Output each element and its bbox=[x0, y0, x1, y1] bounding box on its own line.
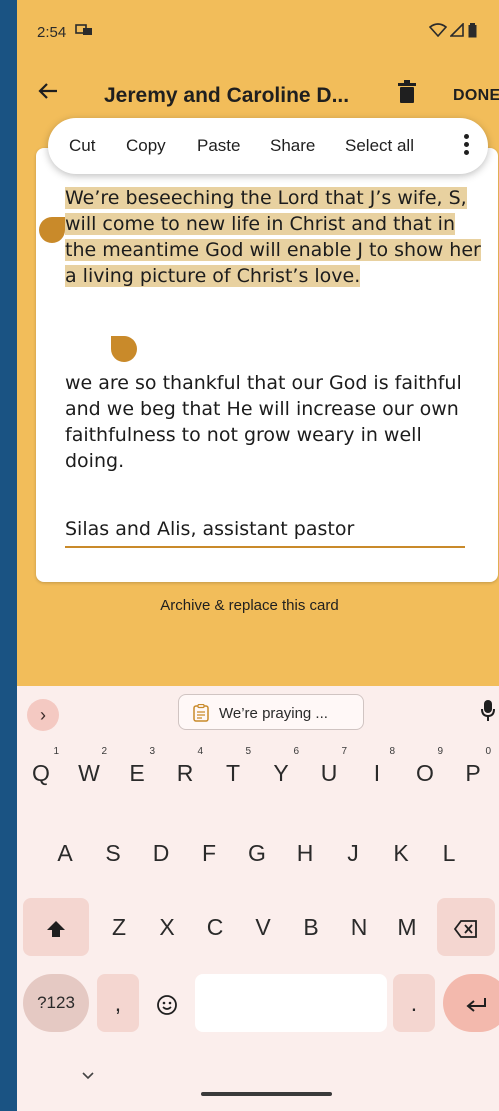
symbols-key[interactable]: ?123 bbox=[23, 974, 89, 1032]
key-v[interactable]: V bbox=[239, 898, 287, 956]
key-p[interactable]: P0 bbox=[449, 744, 497, 802]
backspace-key[interactable] bbox=[437, 898, 495, 956]
cut-menu-item[interactable]: Cut bbox=[69, 136, 95, 156]
space-bar[interactable] bbox=[195, 974, 387, 1032]
app-bar: Jeremy and Caroline D... DONE bbox=[17, 78, 499, 118]
key-o[interactable]: O9 bbox=[401, 744, 449, 802]
clipboard-suggestion-chip[interactable]: We’re praying ... bbox=[178, 694, 364, 730]
microphone-icon[interactable] bbox=[481, 700, 495, 727]
page-title: Jeremy and Caroline D... bbox=[104, 84, 350, 107]
key-a[interactable]: A bbox=[41, 824, 89, 882]
enter-arrow-icon bbox=[465, 990, 487, 1016]
paste-menu-item[interactable]: Paste bbox=[197, 136, 240, 156]
done-button[interactable]: DONE bbox=[453, 87, 499, 105]
key-l[interactable]: L bbox=[425, 824, 473, 882]
comma-key[interactable]: , bbox=[97, 974, 139, 1032]
copy-menu-item[interactable]: Copy bbox=[126, 136, 166, 156]
period-key[interactable]: . bbox=[393, 974, 435, 1032]
key-m[interactable]: M bbox=[383, 898, 431, 956]
signal-icon bbox=[449, 22, 464, 42]
key-h[interactable]: H bbox=[281, 824, 329, 882]
status-bar: 2:54 bbox=[17, 0, 499, 60]
key-w[interactable]: W2 bbox=[65, 744, 113, 802]
navigation-bar bbox=[17, 1058, 499, 1111]
key-e[interactable]: E3 bbox=[113, 744, 161, 802]
hide-keyboard-chevron-icon[interactable] bbox=[81, 1068, 95, 1084]
battery-icon bbox=[468, 23, 477, 43]
key-u[interactable]: U7 bbox=[305, 744, 353, 802]
key-j[interactable]: J bbox=[329, 824, 377, 882]
note-signature-field[interactable]: Silas and Alis, assistant pastor bbox=[65, 518, 465, 548]
key-x[interactable]: X bbox=[143, 898, 191, 956]
expand-toolbar-icon[interactable]: › bbox=[27, 699, 59, 731]
selection-handle-start[interactable] bbox=[39, 217, 65, 243]
key-b[interactable]: B bbox=[287, 898, 335, 956]
delete-trash-icon[interactable] bbox=[398, 80, 416, 109]
key-z[interactable]: Z bbox=[95, 898, 143, 956]
backspace-icon bbox=[453, 914, 478, 940]
selection-highlight: We’re beseeching the Lord that J’s wife,… bbox=[65, 187, 481, 287]
suggestion-text: We’re praying ... bbox=[219, 705, 328, 722]
back-arrow-icon[interactable] bbox=[37, 80, 59, 109]
shift-arrow-icon bbox=[46, 914, 66, 940]
key-y[interactable]: Y6 bbox=[257, 744, 305, 802]
key-g[interactable]: G bbox=[233, 824, 281, 882]
selected-text[interactable]: We’re beseeching the Lord that J’s wife,… bbox=[65, 185, 485, 289]
enter-key[interactable] bbox=[443, 974, 499, 1032]
key-k[interactable]: K bbox=[377, 824, 425, 882]
archive-replace-button[interactable]: Archive & replace this card bbox=[17, 597, 499, 614]
key-r[interactable]: R4 bbox=[161, 744, 209, 802]
selection-handle-end[interactable] bbox=[111, 336, 137, 362]
shift-key[interactable] bbox=[23, 898, 89, 956]
more-options-icon[interactable] bbox=[456, 132, 476, 158]
select-all-menu-item[interactable]: Select all bbox=[345, 136, 414, 156]
keyboard: › We’re praying ... Q1 W2 E3 R4 T5 Y6 U7… bbox=[17, 686, 499, 1111]
clipboard-icon bbox=[193, 703, 209, 727]
key-n[interactable]: N bbox=[335, 898, 383, 956]
key-q[interactable]: Q1 bbox=[17, 744, 65, 802]
key-i[interactable]: I8 bbox=[353, 744, 401, 802]
key-s[interactable]: S bbox=[89, 824, 137, 882]
key-d[interactable]: D bbox=[137, 824, 185, 882]
emoji-smiley-icon bbox=[156, 990, 178, 1016]
note-paragraph[interactable]: we are so thankful that our God is faith… bbox=[65, 370, 485, 474]
key-t[interactable]: T5 bbox=[209, 744, 257, 802]
key-f[interactable]: F bbox=[185, 824, 233, 882]
text-context-menu: Cut Copy Paste Share Select all bbox=[48, 118, 488, 174]
key-c[interactable]: C bbox=[191, 898, 239, 956]
wifi-icon bbox=[428, 23, 448, 42]
app-screen: 2:54 Jeremy and Caroline D... DONE We’re… bbox=[17, 0, 499, 1111]
home-gesture-handle[interactable] bbox=[201, 1092, 332, 1096]
status-time: 2:54 bbox=[37, 24, 67, 41]
share-menu-item[interactable]: Share bbox=[270, 136, 315, 156]
emoji-key[interactable] bbox=[145, 974, 189, 1032]
notification-icon bbox=[75, 23, 93, 42]
